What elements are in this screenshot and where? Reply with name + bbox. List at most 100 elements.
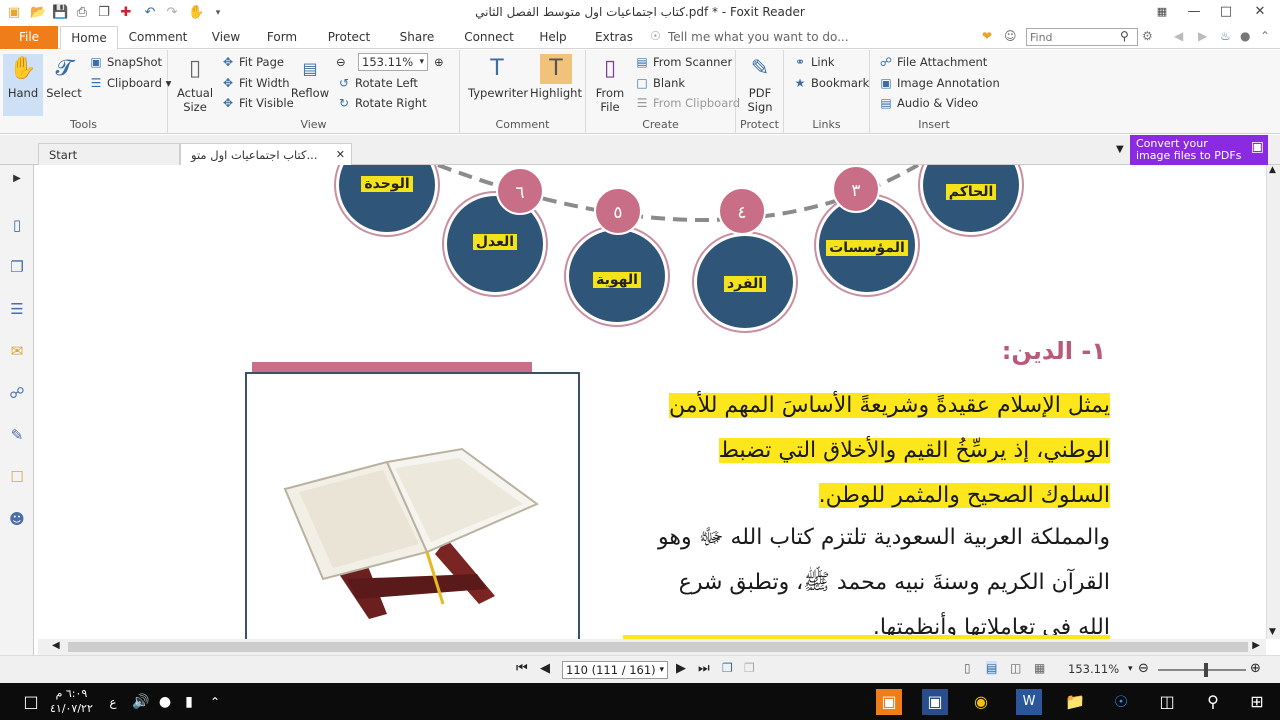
forward-icon[interactable]: ▶ [1198,29,1207,43]
chevron-down-icon[interactable]: ▾ [1128,664,1133,674]
zoom-out-icon[interactable]: ⊖ [1138,661,1149,676]
blank-button[interactable]: □ Blank [634,74,685,92]
facing-page-icon[interactable]: ◫ [1010,661,1021,675]
actual-size-button[interactable]: ▯ Actual Size [174,54,216,114]
vertical-scrollbar[interactable]: ▲ ▼ [1266,165,1280,639]
tab-protect[interactable]: Protect [320,26,378,49]
maximize-button[interactable]: □ [1216,2,1236,22]
scroll-up-icon[interactable]: ▲ [1269,165,1276,175]
reflow-button[interactable]: ▤ Reflow [290,54,330,100]
from-clipboard-button[interactable]: ☰ From Clipboard [634,94,740,112]
file-menu[interactable]: File [0,26,58,49]
bookmarks-panel-icon[interactable]: ▯ [7,215,27,235]
accessibility-panel-icon[interactable]: ☻ [7,509,27,529]
convert-promo-banner[interactable]: Convert your image files to PDFs ▣ [1130,135,1268,165]
signature-panel-icon[interactable]: ✎ [7,425,27,445]
page-number-input[interactable]: 110 (111 / 161) ▾ [562,661,668,679]
audio-video-button[interactable]: ▤ Audio & Video [878,94,978,112]
select-button[interactable]: 𝓣 Select [44,54,84,100]
fit-width-button[interactable]: ✥ Fit Width [220,74,290,92]
expand-panel-icon[interactable]: ▶ [7,169,27,189]
heart-icon[interactable]: ❤ [982,29,992,43]
from-scanner-button[interactable]: ▤ From Scanner [634,53,732,71]
zoom-slider-handle[interactable] [1204,663,1208,677]
foxit-taskbar-icon[interactable]: ▣ [876,689,902,715]
edge-taskbar-icon[interactable]: ☉ [1108,689,1134,715]
zoom-out-icon[interactable]: ⊖ [336,53,346,71]
battery-icon[interactable]: ▮ [176,689,202,715]
link-button[interactable]: ⚭ Link [792,53,835,71]
tab-list-dropdown-icon[interactable]: ▼ [1116,144,1124,155]
document-view[interactable]: الوحدة العدل ٦ الهوية ٥ الفرد ٤ المؤسسات… [38,165,1266,639]
image-annotation-button[interactable]: ▣ Image Annotation [878,74,999,92]
gear-icon[interactable]: ⚙ [1142,29,1153,43]
next-page-icon[interactable]: ▶ [676,661,686,676]
layers-panel-icon[interactable]: ☰ [7,299,27,319]
search-icon[interactable]: ⚲ [1120,29,1129,43]
tab-extras[interactable]: Extras [590,26,638,49]
zoom-in-icon[interactable]: ⊕ [1250,661,1261,676]
back-icon[interactable]: ◀ [1174,29,1183,43]
windows-start-icon[interactable]: ⊞ [1244,689,1270,715]
bell-icon[interactable]: ♨ [1220,29,1231,43]
continuous-facing-icon[interactable]: ▦ [1034,661,1045,675]
first-page-icon[interactable]: ⏮ [516,661,528,676]
zoom-in-icon[interactable]: ⊕ [434,53,444,71]
input-language[interactable]: ع [100,689,126,715]
tab-home[interactable]: Home [60,26,118,50]
rotate-right-button[interactable]: ↻ Rotate Right [336,94,427,112]
fit-visible-button[interactable]: ✥ Fit Visible [220,94,294,112]
minimize-button[interactable]: — [1184,2,1204,22]
horizontal-scrollbar[interactable]: ◀ ▶ [38,639,1266,655]
system-clock[interactable]: ٦:٠٩ م ٤١/٠٧/٢٢ [50,686,93,716]
tab-current-document[interactable]: كتاب اجتماعيات اول متو... ✕ [180,143,352,165]
snapshot-button[interactable]: ▣ SnapShot [88,53,162,71]
lock-icon[interactable]: ☐ [7,467,27,487]
previous-view-icon[interactable]: ❐ [722,661,733,675]
tell-me-search[interactable]: Tell me what you want to do... [668,26,849,49]
scroll-down-icon[interactable]: ▼ [1269,627,1276,637]
zoom-select[interactable]: 153.11% ▾ [358,53,428,71]
horizontal-scroll-thumb[interactable] [68,642,1248,652]
attachments-panel-icon[interactable]: ☍ [7,383,27,403]
next-view-icon[interactable]: ❐ [744,661,755,675]
pdf-sign-button[interactable]: ✎ PDF Sign [740,54,780,114]
continuous-page-icon[interactable]: ▤ [986,661,998,675]
single-page-icon[interactable]: ▯ [964,661,971,675]
volume-icon[interactable]: 🔊 [128,689,154,715]
account-icon[interactable]: ● [1240,29,1250,43]
zoom-slider[interactable] [1158,669,1246,671]
user-icon[interactable]: ☺ [1004,29,1017,43]
collapse-ribbon-icon[interactable]: ⌃ [1260,29,1270,43]
comments-panel-icon[interactable]: ✉ [7,341,27,361]
word-taskbar-icon[interactable]: W [1016,689,1042,715]
notification-center-icon[interactable]: □ [18,689,44,715]
file-explorer-icon[interactable]: 📁 [1062,689,1088,715]
task-view-icon[interactable]: ◫ [1154,689,1180,715]
app-taskbar-icon[interactable]: ▣ [922,689,948,715]
close-button[interactable]: ✕ [1250,2,1270,22]
bookmark-button[interactable]: ★ Bookmark [792,74,870,92]
clipboard-button[interactable]: ☰ Clipboard ▾ [88,74,172,92]
ribbon-layout-icon[interactable]: ▦ [1152,2,1172,22]
hand-button[interactable]: ✋ Hand [3,54,43,116]
search-icon[interactable]: ⚲ [1200,689,1226,715]
typewriter-button[interactable]: T Typewriter [468,54,528,100]
previous-page-icon[interactable]: ◀ [540,661,550,676]
tab-comment[interactable]: Comment [124,26,192,49]
network-icon[interactable]: ● [152,689,178,715]
chrome-taskbar-icon[interactable]: ◉ [968,689,994,715]
show-hidden-icons[interactable]: ⌃ [202,689,228,715]
last-page-icon[interactable]: ⏭ [698,661,710,676]
scroll-right-icon[interactable]: ▶ [1252,640,1260,651]
tab-view[interactable]: View [202,26,250,49]
pages-panel-icon[interactable]: ❐ [7,257,27,277]
file-attachment-button[interactable]: ☍ File Attachment [878,53,987,71]
tab-connect[interactable]: Connect [458,26,520,49]
fit-page-button[interactable]: ✥ Fit Page [220,53,284,71]
from-file-button[interactable]: ▯ From File [590,54,630,114]
zoom-level[interactable]: 153.11% [1068,662,1119,676]
tab-share[interactable]: Share [392,26,442,49]
tab-form[interactable]: Form [258,26,306,49]
rotate-left-button[interactable]: ↺ Rotate Left [336,74,418,92]
